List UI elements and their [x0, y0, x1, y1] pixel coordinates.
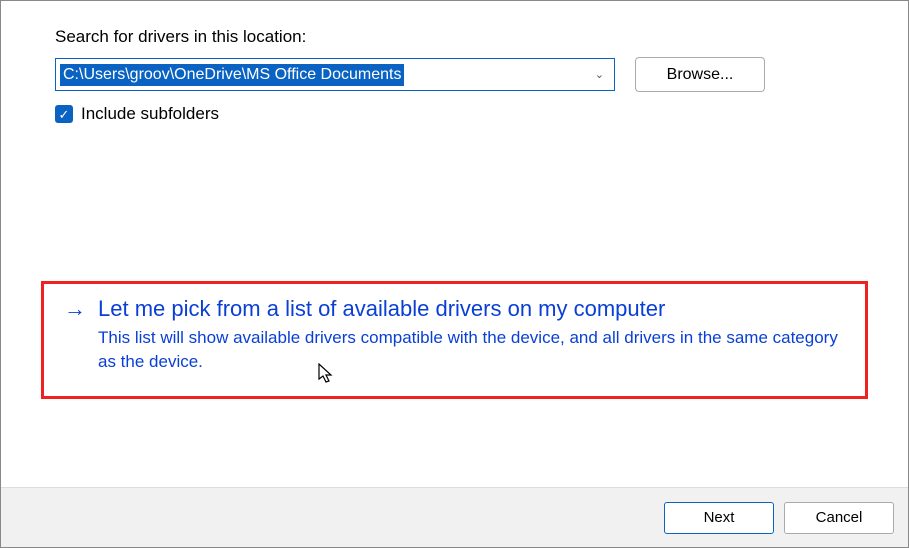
option-title: Let me pick from a list of available dri… [98, 296, 665, 322]
include-subfolders-checkbox[interactable]: ✓ [55, 105, 73, 123]
include-subfolders-row[interactable]: ✓ Include subfolders [55, 104, 854, 124]
cancel-button[interactable]: Cancel [784, 502, 894, 534]
chevron-down-icon: ⌄ [595, 68, 608, 81]
location-path-text: C:\Users\groov\OneDrive\MS Office Docume… [60, 64, 404, 86]
option-header: → Let me pick from a list of available d… [64, 296, 845, 322]
footer-bar: Next Cancel [1, 487, 908, 547]
content-area: Search for drivers in this location: C:\… [1, 1, 908, 487]
next-button[interactable]: Next [664, 502, 774, 534]
check-icon: ✓ [59, 108, 70, 121]
pick-from-list-option[interactable]: → Let me pick from a list of available d… [41, 281, 868, 399]
browse-button[interactable]: Browse... [635, 57, 765, 92]
include-subfolders-label: Include subfolders [81, 104, 219, 124]
location-combobox[interactable]: C:\Users\groov\OneDrive\MS Office Docume… [55, 58, 615, 91]
arrow-right-icon: → [64, 296, 86, 322]
option-description: This list will show available drivers co… [98, 326, 838, 374]
path-row: C:\Users\groov\OneDrive\MS Office Docume… [55, 57, 854, 92]
search-location-label: Search for drivers in this location: [55, 27, 854, 47]
